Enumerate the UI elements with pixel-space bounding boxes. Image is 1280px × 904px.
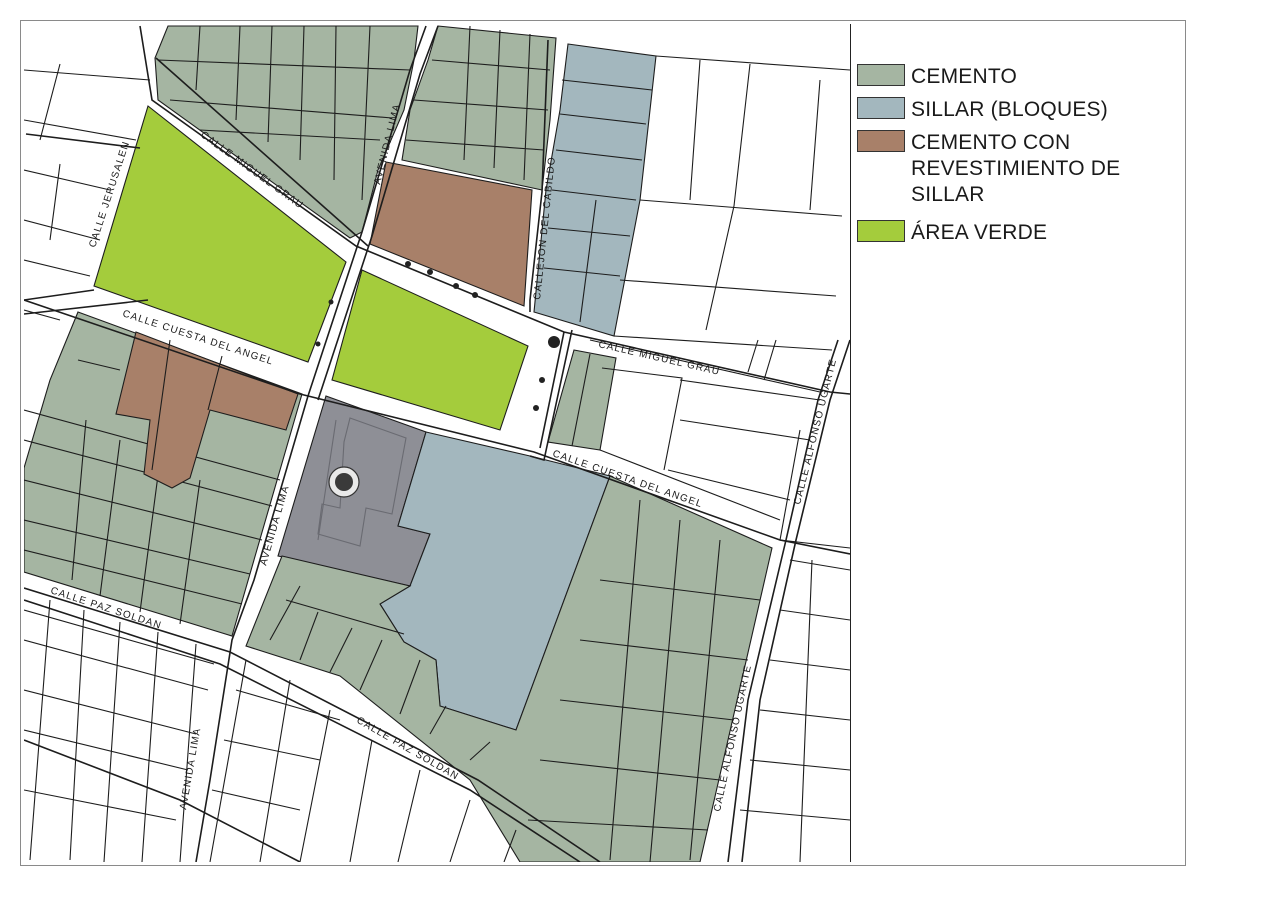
legend-label: CEMENTO CON REVESTIMIENTO DE SILLAR bbox=[911, 131, 1121, 206]
legend-item-sillar: SILLAR (BLOQUES) bbox=[857, 97, 1108, 123]
block-map[interactable]: CALLE JERUSALEN CALLE MIGUEL GRAU AVENID… bbox=[24, 24, 850, 862]
legend-item-cemento: CEMENTO bbox=[857, 64, 1017, 90]
legend-swatch-revestimiento bbox=[857, 130, 905, 152]
map-legend: CEMENTO SILLAR (BLOQUES) CEMENTO CON REV… bbox=[850, 24, 1182, 862]
legend-swatch-cemento bbox=[857, 64, 905, 86]
legend-label: CEMENTO bbox=[911, 65, 1018, 88]
legend-item-area-verde: ÁREA VERDE bbox=[857, 220, 1047, 246]
legend-label: SILLAR (BLOQUES) bbox=[911, 98, 1108, 121]
legend-swatch-area-verde bbox=[857, 220, 905, 242]
legend-item-revestimiento: CEMENTO CON REVESTIMIENTO DE SILLAR bbox=[857, 130, 1120, 208]
legend-label: ÁREA VERDE bbox=[911, 221, 1048, 244]
legend-swatch-sillar bbox=[857, 97, 905, 119]
